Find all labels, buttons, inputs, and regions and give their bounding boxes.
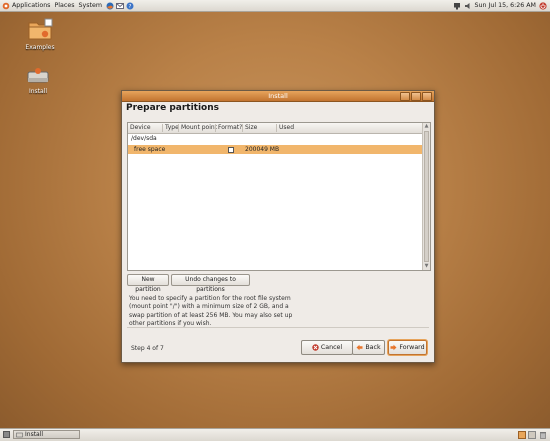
examples-label: Examples [25,44,55,51]
places-menu[interactable]: Places [54,2,74,9]
info-text: You need to specify a partition for the … [129,295,293,327]
row-size: 200049 MB [245,146,280,153]
format-checkbox[interactable] [228,147,234,153]
back-label: Back [365,344,381,351]
col-used[interactable]: Used [279,124,294,131]
scroll-down-icon[interactable]: ▼ [423,263,430,270]
install-label: Install [28,88,48,95]
minimize-button[interactable] [400,92,410,101]
workspace-switcher-icon[interactable] [518,431,526,439]
applications-menu[interactable]: Applications [2,2,50,10]
forward-label: Forward [399,344,425,351]
clock[interactable]: Sun Jul 15, 6:26 AM [475,2,536,9]
title-bar[interactable]: Install [122,91,434,102]
table-header: Device Type Mount point Format? Size Use… [128,123,422,134]
arrow-right-icon [390,344,397,351]
applications-menu-label: Applications [12,2,51,9]
cancel-label: Cancel [320,344,343,351]
vertical-scrollbar[interactable]: ▲ ▼ [422,123,430,270]
partition-table[interactable]: Device Type Mount point Format? Size Use… [127,122,431,271]
scroll-up-icon[interactable]: ▲ [423,123,430,130]
show-desktop-icon[interactable] [3,431,10,438]
forward-button[interactable]: Forward [388,340,427,355]
bottom-panel: Install [0,428,550,441]
col-size[interactable]: Size [245,124,257,131]
top-panel: Applications Places System ? Sun Jul 15,… [0,0,550,12]
install-task-icon [16,432,23,437]
ubuntu-logo-icon [2,2,10,9]
examples-desktop-icon[interactable]: Examples [20,17,60,51]
col-device[interactable]: Device [130,124,151,131]
col-type[interactable]: Type [165,124,179,131]
install-dialog: Install Prepare partitions Device Type M… [121,90,435,363]
step-indicator: Step 4 of 7 [131,345,164,352]
help-icon[interactable]: ? [126,2,134,10]
trash-icon[interactable] [539,431,547,439]
system-menu[interactable]: System [79,2,102,9]
mail-icon[interactable] [115,2,124,10]
table-row[interactable]: free space 200049 MB [128,145,422,154]
undo-changes-button[interactable]: Undo changes to partitions [171,274,250,293]
network-icon[interactable] [453,2,461,10]
col-format[interactable]: Format? [218,124,242,131]
dialog-title: Install [268,92,288,100]
folder-icon [28,18,53,40]
workspace-2-icon[interactable] [528,431,536,439]
divider [127,327,429,328]
cancel-button[interactable]: Cancel [301,340,353,355]
task-label: Install [25,431,44,438]
drive-icon [27,68,49,83]
firefox-icon[interactable] [106,2,114,10]
row-device: free space [134,146,166,153]
new-partition-button[interactable]: New partition [127,274,169,293]
page-heading: Prepare partitions [126,103,220,113]
close-button[interactable] [422,92,432,101]
power-icon[interactable] [539,1,547,10]
cancel-icon [312,344,319,351]
taskbar-item-install[interactable]: Install [13,430,80,439]
arrow-left-icon [356,344,363,351]
scroll-thumb[interactable] [424,131,429,262]
volume-icon[interactable] [464,2,472,10]
back-button[interactable]: Back [352,340,385,355]
col-mount-point[interactable]: Mount point [181,124,217,131]
device-row[interactable]: /dev/sda [131,135,157,142]
maximize-button[interactable] [411,92,421,101]
svg-text:?: ? [129,4,132,10]
install-desktop-icon[interactable]: Install [18,67,58,95]
